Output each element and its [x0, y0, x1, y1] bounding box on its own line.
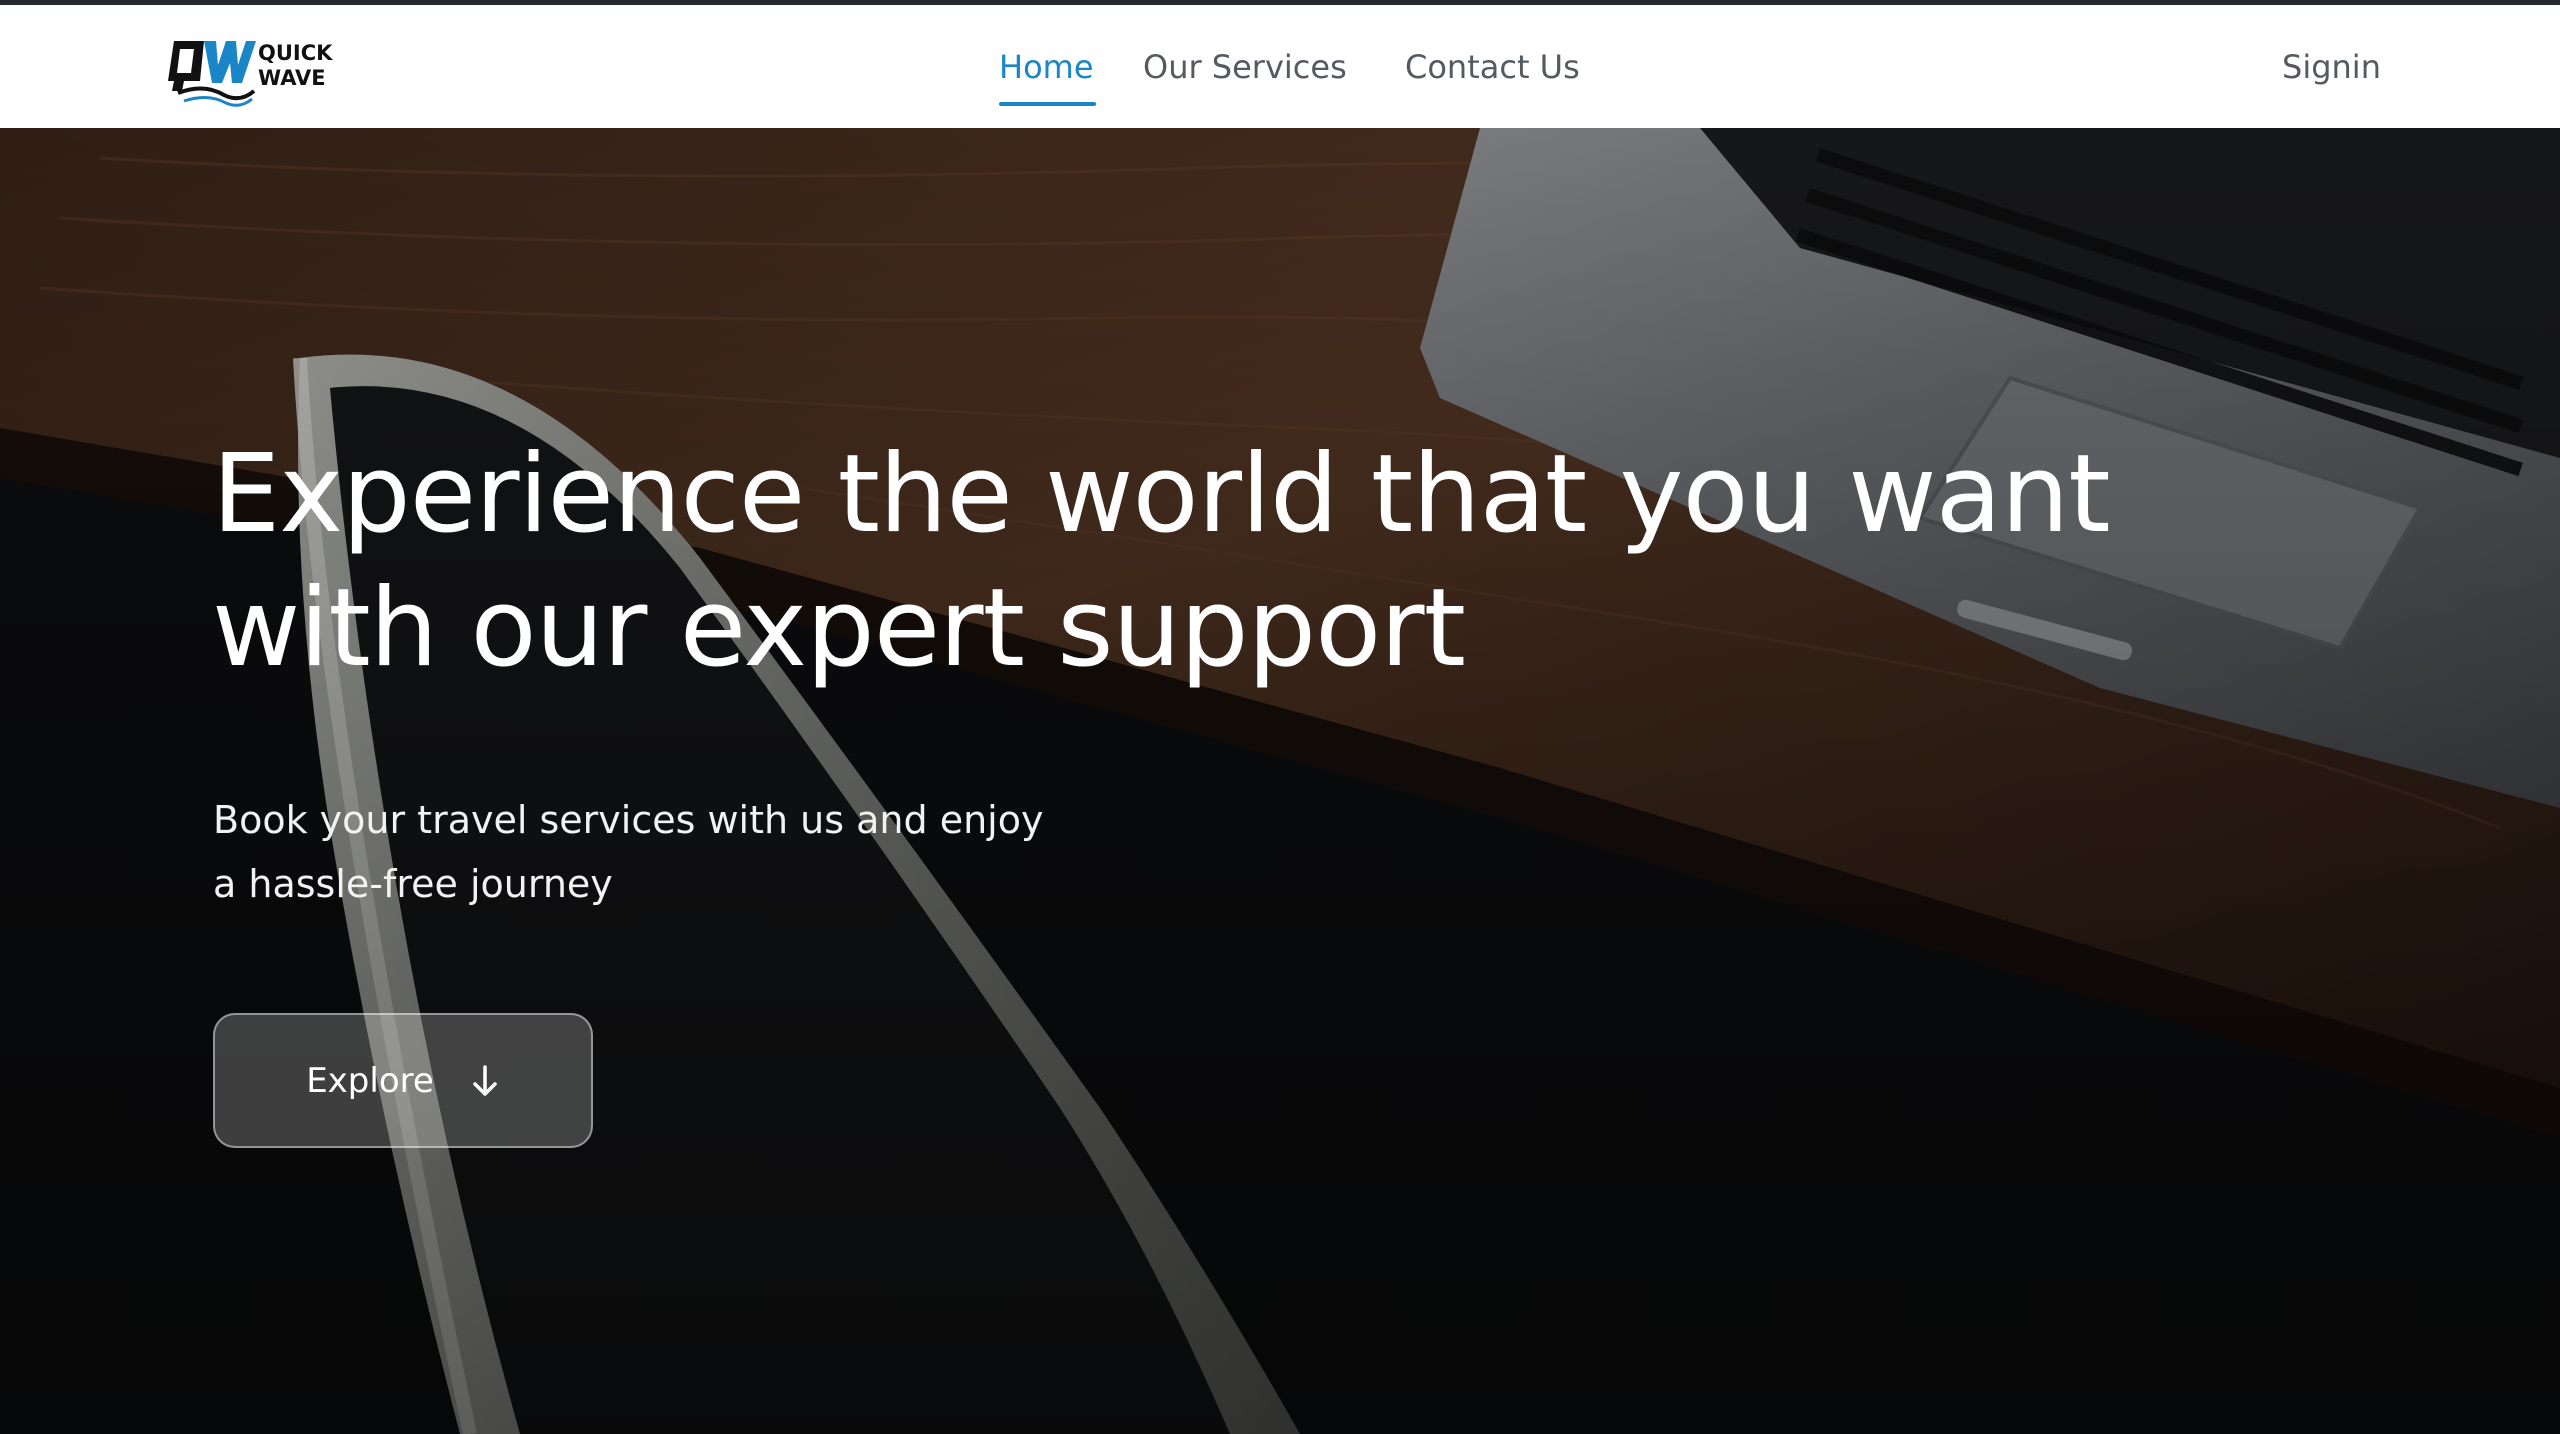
- hero-subtitle-line2: a hassle-free journey: [213, 862, 613, 906]
- nav-active-indicator: [999, 102, 1096, 106]
- brand-name-line1: QUICK: [258, 41, 333, 65]
- explore-button-label: Explore: [306, 1060, 434, 1101]
- brand-name-line2: WAVE: [258, 66, 326, 90]
- navbar: QUICK WAVE Home Our Services Contact Us …: [0, 5, 2560, 128]
- nav-our-services-link[interactable]: Our Services: [1143, 47, 1347, 87]
- hero-subtitle: Book your travel services with us and en…: [213, 788, 1043, 916]
- nav-contact-us-link[interactable]: Contact Us: [1405, 47, 1580, 87]
- logo-mark-icon: [168, 41, 256, 107]
- brand-name: QUICK WAVE: [258, 41, 332, 91]
- hero-section: Experience the world that you want with …: [0, 128, 2560, 1434]
- nav-home-link[interactable]: Home: [999, 47, 1094, 87]
- hero-title: Experience the world that you want with …: [212, 428, 2312, 696]
- hero-background-image: [0, 128, 2560, 1434]
- explore-button[interactable]: Explore: [213, 1013, 593, 1148]
- hero-subtitle-line1: Book your travel services with us and en…: [213, 798, 1044, 842]
- hero-title-line2: with our expert support: [212, 566, 1466, 691]
- hero-title-line1: Experience the world that you want: [212, 432, 2111, 557]
- signin-link[interactable]: Signin: [2282, 47, 2381, 87]
- page: QUICK WAVE Home Our Services Contact Us …: [0, 0, 2560, 1434]
- arrow-down-icon: [473, 1064, 497, 1096]
- brand-logo[interactable]: QUICK WAVE: [164, 31, 334, 111]
